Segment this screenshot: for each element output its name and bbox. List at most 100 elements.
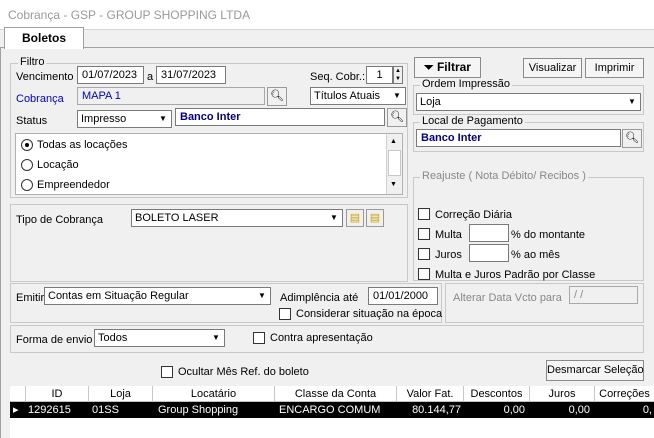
chevron-down-icon: ▼ — [330, 213, 338, 222]
multa-checkbox[interactable] — [418, 228, 430, 240]
col-id[interactable]: ID — [26, 386, 89, 402]
status-label: Status — [16, 115, 48, 127]
local-legend: Local de Pagamento — [420, 115, 525, 127]
tab-strip — [0, 30, 654, 48]
seq-cobr-field[interactable]: 1 — [366, 66, 393, 84]
table-row[interactable]: ▸ 1292615 01SS Group Shopping ENCARGO CO… — [10, 402, 654, 418]
date-to-field[interactable]: 31/07/2023 — [156, 66, 226, 84]
desmarcar-button[interactable]: Desmarcar Seleção — [546, 360, 644, 381]
window-title: Cobrança - GSP - GROUP SHOPPING LTDA — [8, 8, 251, 22]
cobranca-label: Cobrança — [16, 93, 64, 105]
cell-juros: 0,00 — [568, 404, 590, 416]
chevron-down-icon: ▼ — [212, 333, 220, 342]
considerar-checkbox[interactable] — [279, 308, 291, 320]
chevron-down-icon: ▼ — [393, 91, 401, 100]
date-from-field[interactable]: 01/07/2023 — [77, 66, 144, 84]
alterar-field[interactable]: / / — [569, 286, 638, 304]
titulos-select-value: Títulos Atuais — [314, 90, 381, 102]
status-select[interactable]: Impresso ▼ — [77, 110, 172, 128]
contra-label: Contra apresentação — [270, 332, 373, 344]
status-select-value: Impresso — [81, 113, 127, 125]
scroll-up-icon[interactable]: ▲ — [390, 138, 397, 145]
adimplencia-label: Adimplência até — [280, 292, 359, 304]
locacoes-scrollbar[interactable]: ▲ ▼ — [386, 134, 402, 194]
scroll-down-icon[interactable]: ▼ — [390, 181, 397, 188]
cell-id: 1292615 — [28, 404, 71, 416]
scroll-thumb[interactable] — [388, 150, 401, 176]
title-bar: Cobrança - GSP - GROUP SHOPPING LTDA — [0, 0, 654, 30]
alterar-label: Alterar Data Vcto para — [453, 292, 562, 304]
col-locatario[interactable]: Locatário — [153, 386, 275, 402]
correcao-label: Correção Diária — [435, 209, 513, 221]
considerar-label: Considerar situação na época — [296, 308, 443, 320]
binoculars-icon[interactable]: 🔍︎ — [622, 129, 642, 148]
emitir-select[interactable]: Contas em Situação Regular ▼ — [44, 287, 271, 305]
local-field[interactable]: Banco Inter — [416, 129, 621, 147]
ocultar-label: Ocultar Mês Ref. do boleto — [178, 366, 309, 378]
envio-select[interactable]: Todos ▼ — [94, 329, 225, 347]
col-classe[interactable]: Classe da Conta — [275, 386, 397, 402]
adimplencia-field[interactable]: 01/01/2000 — [368, 287, 438, 305]
binoculars-icon[interactable]: 🔍︎ — [267, 87, 287, 106]
folder-icon[interactable]: ▤ — [346, 209, 364, 227]
vencimento-label: Vencimento — [16, 71, 74, 83]
filtrar-button[interactable]: ⏷ Filtrar — [414, 57, 481, 78]
ordem-select-value: Loja — [420, 96, 441, 108]
reajuste-legend: Reajuste ( Nota Débito/ Recibos ) — [420, 170, 588, 182]
radio-locacao-label[interactable]: Locação — [37, 158, 79, 172]
ordem-legend: Ordem Impressão — [420, 78, 513, 90]
multa-label: Multa — [435, 229, 462, 241]
col-juros[interactable]: Juros — [530, 386, 595, 402]
cell-correcoes: 0, — [642, 404, 652, 416]
col-valor[interactable]: Valor Fat. — [397, 386, 464, 402]
radio-empreendedor[interactable] — [21, 179, 33, 191]
funnel-icon: ⏷ — [424, 60, 434, 74]
ordem-select[interactable]: Loja ▼ — [416, 93, 641, 111]
filtro-legend: Filtro — [18, 56, 47, 68]
ocultar-checkbox[interactable] — [161, 366, 173, 378]
chevron-down-icon: ▼ — [628, 97, 636, 106]
radio-todas-label[interactable]: Todas as locações — [37, 138, 128, 152]
juros-suffix: % ao mês — [511, 249, 560, 261]
radio-locacao[interactable] — [21, 159, 33, 171]
visualizar-button[interactable]: Visualizar — [523, 58, 582, 78]
col-loja[interactable]: Loja — [89, 386, 153, 402]
tipo-select-value: BOLETO LASER — [135, 212, 219, 224]
folder-open-icon[interactable]: ▤ — [366, 209, 384, 227]
banco-field[interactable]: Banco Inter — [175, 108, 385, 126]
col-descontos[interactable]: Descontos — [464, 386, 530, 402]
radio-todas[interactable] — [21, 139, 33, 151]
multa-field[interactable] — [469, 224, 509, 242]
radio-empreendedor-label[interactable]: Empreendedor — [37, 178, 110, 192]
col-correcoes[interactable]: Correções — [595, 386, 654, 402]
titulos-select[interactable]: Títulos Atuais ▼ — [310, 87, 406, 105]
tipo-label: Tipo de Cobrança — [16, 214, 104, 226]
cell-classe: ENCARGO COMUM — [279, 404, 381, 416]
padrao-label: Multa e Juros Padrão por Classe — [435, 269, 596, 281]
table-header: ID Loja Locatário Classe da Conta Valor … — [10, 386, 654, 402]
table-header-select — [10, 386, 26, 402]
juros-checkbox[interactable] — [418, 248, 430, 260]
date-separator: a — [147, 71, 154, 83]
row-indicator-icon: ▸ — [13, 404, 19, 416]
correcao-checkbox[interactable] — [418, 208, 430, 220]
chevron-down-icon: ▼ — [258, 291, 266, 300]
imprimir-button[interactable]: Imprimir — [585, 58, 644, 78]
juros-field[interactable] — [469, 244, 509, 262]
tipo-select[interactable]: BOLETO LASER ▼ — [131, 209, 343, 227]
padrao-checkbox[interactable] — [418, 268, 430, 280]
emitir-label: Emitir — [16, 292, 45, 304]
emitir-select-value: Contas em Situação Regular — [48, 290, 189, 302]
envio-select-value: Todos — [98, 332, 128, 344]
cell-loja: 01SS — [92, 404, 119, 416]
envio-label: Forma de envio — [16, 334, 93, 346]
cell-descontos: 0,00 — [503, 404, 525, 416]
cobranca-field[interactable]: MAPA 1 — [77, 87, 265, 105]
table-body — [10, 418, 654, 438]
seq-spinner[interactable]: ▲ ▼ — [393, 66, 403, 84]
seq-cobr-label: Seq. Cobr.: — [310, 71, 366, 83]
tab-boletos[interactable]: Boletos — [4, 27, 84, 49]
binoculars-icon[interactable]: 🔍︎ — [387, 108, 407, 127]
contra-checkbox[interactable] — [253, 332, 265, 344]
multa-suffix: % do montante — [511, 229, 585, 241]
